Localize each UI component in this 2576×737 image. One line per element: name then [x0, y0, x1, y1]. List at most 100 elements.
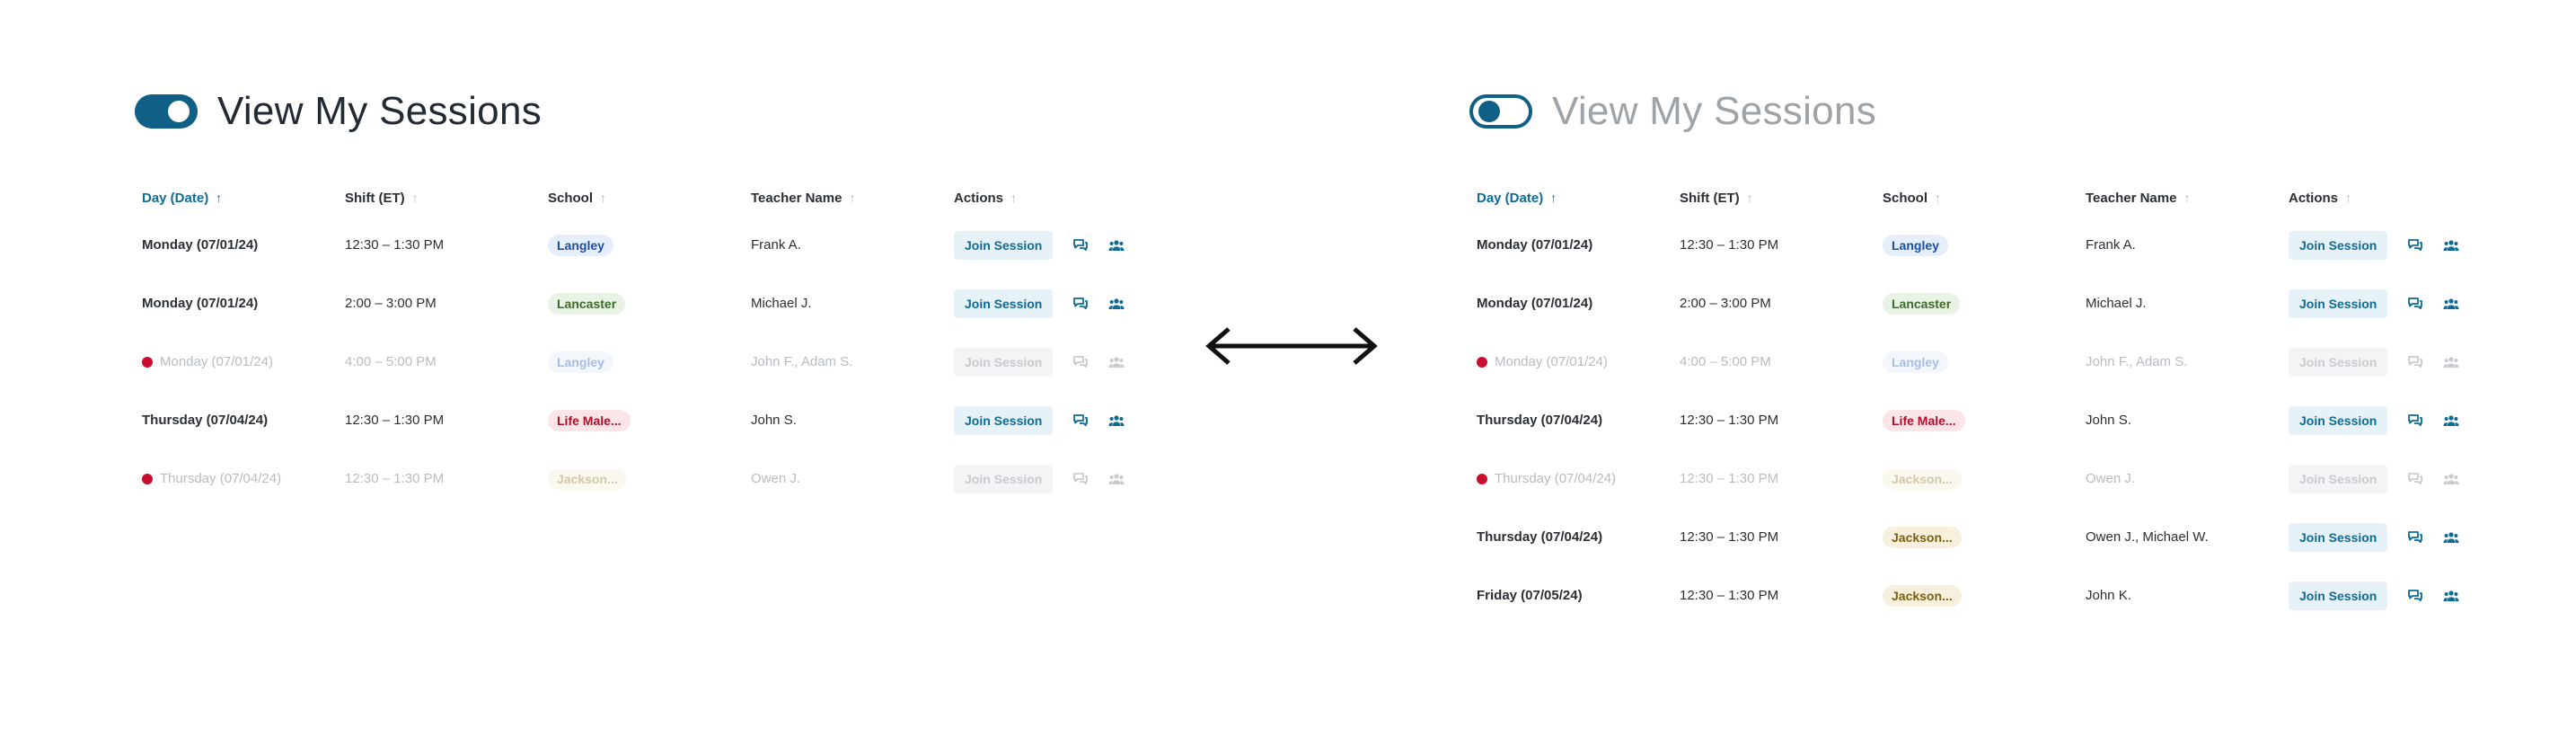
school-badge: Langley — [548, 351, 613, 373]
day-cell: Monday (07/01/24) — [142, 296, 259, 311]
column-header-teacher[interactable]: Teacher Name ↑ — [751, 191, 954, 206]
table-row: Monday (07/01/24) 12:30 – 1:30 PM Langle… — [142, 216, 1166, 274]
school-cell: Langley — [548, 234, 751, 256]
school-cell: Langley — [1883, 234, 2086, 256]
shift-cell: 12:30 – 1:30 PM — [1680, 588, 1779, 603]
column-label: Shift (ET) — [345, 190, 405, 206]
table-row: Monday (07/01/24) 4:00 – 5:00 PM Langley… — [142, 333, 1166, 391]
school-badge: Langley — [1883, 234, 1948, 256]
column-label: Actions — [954, 190, 1004, 206]
view-my-sessions-toggle[interactable] — [135, 94, 198, 129]
join-session-button[interactable]: Join Session — [2289, 230, 2388, 260]
group-icon[interactable] — [2443, 589, 2459, 603]
teacher-cell: Frank A. — [2086, 237, 2136, 253]
chat-icon[interactable] — [2407, 530, 2423, 545]
sort-arrow-icon: ↑ — [411, 191, 419, 205]
chat-icon[interactable] — [2407, 297, 2423, 311]
school-cell: Langley — [548, 351, 751, 373]
group-icon — [1108, 355, 1125, 369]
day-cell: Monday (07/01/24) — [142, 354, 345, 369]
day-cell: Thursday (07/04/24) — [142, 413, 269, 428]
join-session-button[interactable]: Join Session — [2289, 522, 2388, 552]
teacher-cell: Michael J. — [751, 296, 812, 311]
teacher-cell: John K. — [2086, 588, 2131, 603]
column-header-school[interactable]: School ↑ — [548, 191, 751, 206]
column-header-day[interactable]: Day (Date) ↑ — [1477, 191, 1680, 206]
teacher-cell: Michael J. — [2086, 296, 2147, 311]
chat-icon[interactable] — [2407, 589, 2423, 603]
join-session-button[interactable]: Join Session — [2289, 289, 2388, 318]
school-cell: Jackson... — [1883, 467, 2086, 490]
join-session-button[interactable]: Join Session — [954, 405, 1054, 435]
column-header-school[interactable]: School ↑ — [1883, 191, 2086, 206]
actions-cell: Join Session — [2289, 347, 2501, 377]
column-label: School — [548, 190, 594, 206]
column-label: Day (Date) — [142, 190, 209, 206]
view-my-sessions-toggle[interactable] — [1469, 94, 1532, 129]
table-row: Friday (07/05/24) 12:30 – 1:30 PM Jackso… — [1477, 566, 2501, 625]
join-session-button[interactable]: Join Session — [954, 289, 1054, 318]
join-session-button[interactable]: Join Session — [2289, 405, 2388, 435]
teacher-cell: John S. — [2086, 413, 2131, 428]
teacher-cell: Frank A. — [751, 237, 801, 253]
chat-icon — [2407, 355, 2423, 369]
chat-icon[interactable] — [1072, 238, 1089, 253]
column-header-teacher[interactable]: Teacher Name ↑ — [2086, 191, 2289, 206]
school-cell: Life Male... — [548, 409, 751, 431]
school-badge: Langley — [548, 234, 613, 256]
teacher-cell: John F., Adam S. — [751, 354, 853, 369]
table-row: Thursday (07/04/24) 12:30 – 1:30 PM Life… — [142, 391, 1166, 449]
school-cell: Jackson... — [548, 467, 751, 490]
sort-arrow-icon: ↑ — [600, 191, 607, 205]
school-badge: Jackson... — [548, 467, 627, 490]
column-header-shift[interactable]: Shift (ET) ↑ — [345, 191, 548, 206]
sort-arrow-icon: ↑ — [849, 191, 856, 205]
sessions-table: Day (Date) ↑ Shift (ET) ↑ School ↑ Teacher … — [142, 180, 1166, 508]
school-cell: Lancaster — [1883, 292, 2086, 315]
alert-icon — [1477, 473, 1487, 484]
actions-cell: Join Session — [954, 230, 1166, 260]
heading: View My Sessions — [135, 83, 542, 140]
chat-icon[interactable] — [2407, 413, 2423, 428]
group-icon[interactable] — [1108, 413, 1125, 428]
column-header-actions[interactable]: Actions ↑ — [954, 191, 1166, 206]
right-panel: View My Sessions Day (Date) ↑ Shift (ET) ↑… — [1469, 0, 2547, 737]
page-title: View My Sessions — [217, 89, 543, 133]
chat-icon[interactable] — [2407, 238, 2423, 253]
actions-cell: Join Session — [2289, 522, 2501, 552]
day-cell: Thursday (07/04/24) — [1477, 529, 1603, 545]
shift-cell: 12:30 – 1:30 PM — [1680, 471, 1779, 486]
column-label: Shift (ET) — [1680, 190, 1740, 206]
shift-cell: 12:30 – 1:30 PM — [345, 413, 445, 428]
group-icon[interactable] — [2443, 297, 2459, 311]
table-header: Day (Date) ↑ Shift (ET) ↑ School ↑ Teacher … — [1477, 180, 2501, 216]
school-cell: Life Male... — [1883, 409, 2086, 431]
column-header-day[interactable]: Day (Date) ↑ — [142, 191, 345, 206]
sort-ascending-icon: ↑ — [1550, 191, 1557, 205]
day-cell: Monday (07/01/24) — [1477, 237, 1593, 253]
toggle-knob — [1478, 101, 1500, 122]
join-session-button[interactable]: Join Session — [954, 230, 1054, 260]
group-icon[interactable] — [2443, 530, 2459, 545]
school-badge: Lancaster — [548, 292, 626, 315]
table-row: Thursday (07/04/24) 12:30 – 1:30 PM Life… — [1477, 391, 2501, 449]
column-header-shift[interactable]: Shift (ET) ↑ — [1680, 191, 1883, 206]
chat-icon — [1072, 472, 1089, 486]
join-session-button[interactable]: Join Session — [2289, 581, 2388, 610]
group-icon — [2443, 472, 2459, 486]
school-badge: Lancaster — [1883, 292, 1961, 315]
group-icon[interactable] — [1108, 238, 1125, 253]
column-header-actions[interactable]: Actions ↑ — [2289, 191, 2501, 206]
group-icon[interactable] — [2443, 413, 2459, 428]
day-text: Thursday (07/04/24) — [160, 471, 282, 486]
sort-arrow-icon: ↑ — [2345, 191, 2352, 205]
table-row: Thursday (07/04/24) 12:30 – 1:30 PM Jack… — [1477, 508, 2501, 566]
group-icon[interactable] — [2443, 238, 2459, 253]
group-icon[interactable] — [1108, 297, 1125, 311]
sort-arrow-icon: ↑ — [1010, 191, 1018, 205]
teacher-cell: John F., Adam S. — [2086, 354, 2188, 369]
chat-icon[interactable] — [1072, 297, 1089, 311]
chat-icon[interactable] — [1072, 413, 1089, 428]
join-session-button: Join Session — [2289, 464, 2388, 493]
table-header: Day (Date) ↑ Shift (ET) ↑ School ↑ Teacher … — [142, 180, 1166, 216]
